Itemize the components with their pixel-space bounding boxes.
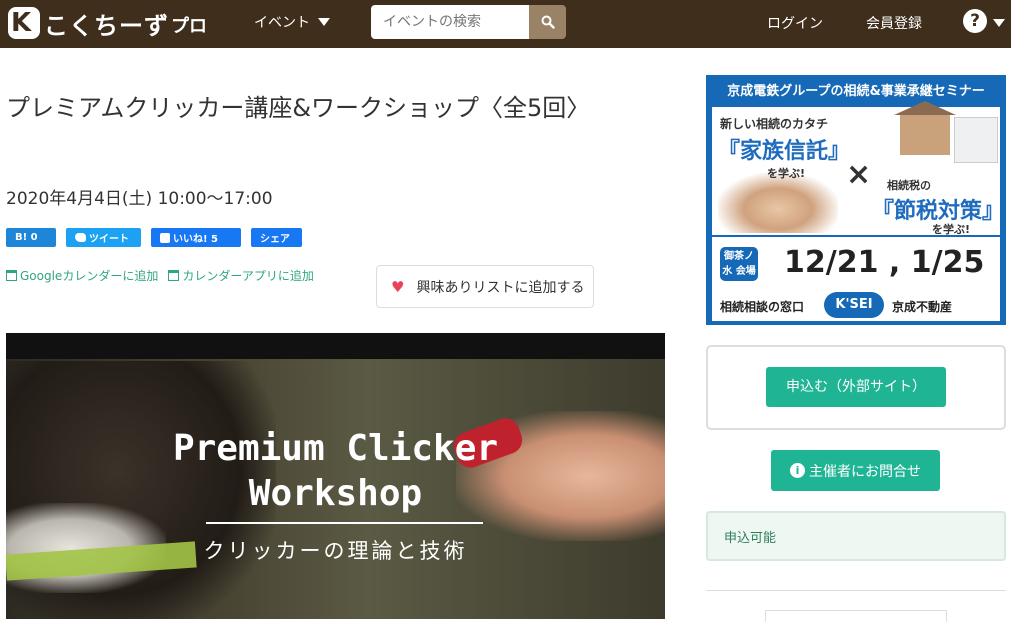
signup-link[interactable]: 会員登録 bbox=[866, 13, 922, 33]
registration-status-panel: 申込可能 bbox=[706, 511, 1006, 561]
info-icon: i bbox=[790, 463, 805, 478]
favorite-label: 興味ありリストに追加する bbox=[416, 279, 585, 296]
sidebar-next-box bbox=[765, 610, 947, 622]
ad-left-line2: 『家族信託』 bbox=[718, 139, 851, 164]
calendar-app-label: カレンダーアプリに追加 bbox=[182, 269, 314, 283]
ad-body: 新しい相続のカタチ 『家族信託』 を学ぶ! × 相続税の 『節税対策』 を学ぶ! bbox=[712, 101, 1004, 236]
google-calendar-label: Googleカレンダーに追加 bbox=[20, 269, 159, 283]
ad-header: 京成電鉄グループの相続&事業承継セミナー bbox=[708, 77, 1004, 107]
logo-sub: プロ bbox=[171, 16, 207, 37]
family-illustration bbox=[718, 173, 838, 233]
chevron-down-icon bbox=[318, 18, 330, 26]
house-illustration bbox=[894, 101, 956, 155]
event-menu-label: イベント bbox=[254, 15, 310, 31]
ad-left-line3: を学ぶ! bbox=[767, 167, 806, 180]
hero-divider bbox=[206, 522, 483, 524]
hero-title-line1: Premium Clicker bbox=[172, 428, 499, 469]
share-label: シェア bbox=[260, 234, 290, 245]
like-label: いいね! 5 bbox=[173, 234, 218, 245]
google-calendar-link[interactable]: Googleカレンダーに追加 bbox=[6, 267, 158, 284]
hero-title-line2: Workshop bbox=[248, 473, 423, 514]
ksei-logo: K'SEI bbox=[824, 292, 884, 318]
ad-dates: 12/21 , 1/25 bbox=[784, 245, 985, 280]
tweet-button[interactable]: ツイート bbox=[66, 228, 141, 247]
sidebar-divider bbox=[706, 590, 1006, 591]
ad-right-line3: を学ぶ! bbox=[932, 223, 971, 236]
logo-icon: K bbox=[8, 7, 40, 39]
sidebar-ad-banner[interactable]: 京成電鉄グループの相続&事業承継セミナー 新しい相続のカタチ 『家族信託』 を学… bbox=[706, 75, 1006, 325]
share-buttons: B! 0 ツイート いいね! 5 シェア bbox=[6, 228, 302, 247]
calendar-app-link[interactable]: カレンダーアプリに追加 bbox=[168, 267, 314, 284]
event-hero-image: Premium Clicker Workshop クリッカーの理論と技術 bbox=[6, 333, 665, 619]
calendar-links: Googleカレンダーに追加 カレンダーアプリに追加 bbox=[6, 267, 314, 284]
search-form bbox=[371, 5, 566, 39]
hero-subtitle: クリッカーの理論と技術 bbox=[203, 539, 468, 563]
ad-left-line1: 新しい相続のカタチ bbox=[720, 117, 829, 131]
hatena-label: B! 0 bbox=[15, 232, 38, 243]
event-title: プレミアムクリッカー講座&ワークショップ〈全5回〉 bbox=[6, 94, 591, 122]
help-menu[interactable]: ? bbox=[963, 9, 1005, 33]
calculator-illustration bbox=[954, 117, 998, 163]
facebook-share-button[interactable]: シェア bbox=[251, 228, 302, 247]
add-to-interest-list-button[interactable]: ♥ 興味ありリストに追加する bbox=[376, 265, 594, 308]
apply-external-button[interactable]: 申込む（外部サイト） bbox=[766, 367, 946, 407]
help-icon: ? bbox=[963, 9, 987, 33]
tweet-label: ツイート bbox=[89, 234, 129, 245]
search-button[interactable] bbox=[529, 5, 566, 39]
search-input[interactable] bbox=[371, 5, 529, 39]
search-icon bbox=[541, 15, 555, 29]
calendar-icon bbox=[6, 270, 17, 281]
login-link[interactable]: ログイン bbox=[767, 13, 823, 33]
event-date: 2020年4月4日(土) 10:00〜17:00 bbox=[6, 189, 273, 209]
thumbs-up-icon bbox=[160, 232, 170, 243]
ad-footer: 相続相談の窓口 K'SEI 京成不動産 bbox=[712, 289, 1000, 321]
chevron-down-icon bbox=[993, 19, 1005, 27]
heart-icon: ♥ bbox=[391, 277, 405, 296]
ad-right-line1: 相続税の bbox=[887, 179, 931, 192]
contact-label: 主催者にお問合せ bbox=[809, 463, 921, 480]
ad-consult-label: 相続相談の窓口 bbox=[720, 300, 805, 314]
top-navigation-bar: K こくちーず プロ イベント ログイン 会員登録 ? bbox=[0, 0, 1011, 48]
event-menu[interactable]: イベント bbox=[254, 12, 330, 32]
apply-panel: 申込む（外部サイト） bbox=[706, 345, 1006, 430]
calendar-icon bbox=[168, 270, 180, 281]
ad-cross: × bbox=[846, 157, 872, 192]
logo-text: こくちーず bbox=[44, 11, 169, 40]
registration-status: 申込可能 bbox=[724, 531, 777, 546]
keisei-logo: 京成不動産 bbox=[892, 300, 953, 314]
contact-organizer-button[interactable]: i 主催者にお問合せ bbox=[771, 450, 940, 491]
twitter-icon bbox=[75, 233, 86, 242]
facebook-like-button[interactable]: いいね! 5 bbox=[151, 228, 241, 247]
ad-dates-row: 御茶ノ水 会場 12/21 , 1/25 bbox=[712, 237, 1000, 289]
site-logo[interactable]: K こくちーず プロ bbox=[8, 6, 207, 40]
ad-venue-badge: 御茶ノ水 会場 bbox=[720, 247, 758, 281]
hatena-bookmark-button[interactable]: B! 0 bbox=[6, 228, 56, 247]
